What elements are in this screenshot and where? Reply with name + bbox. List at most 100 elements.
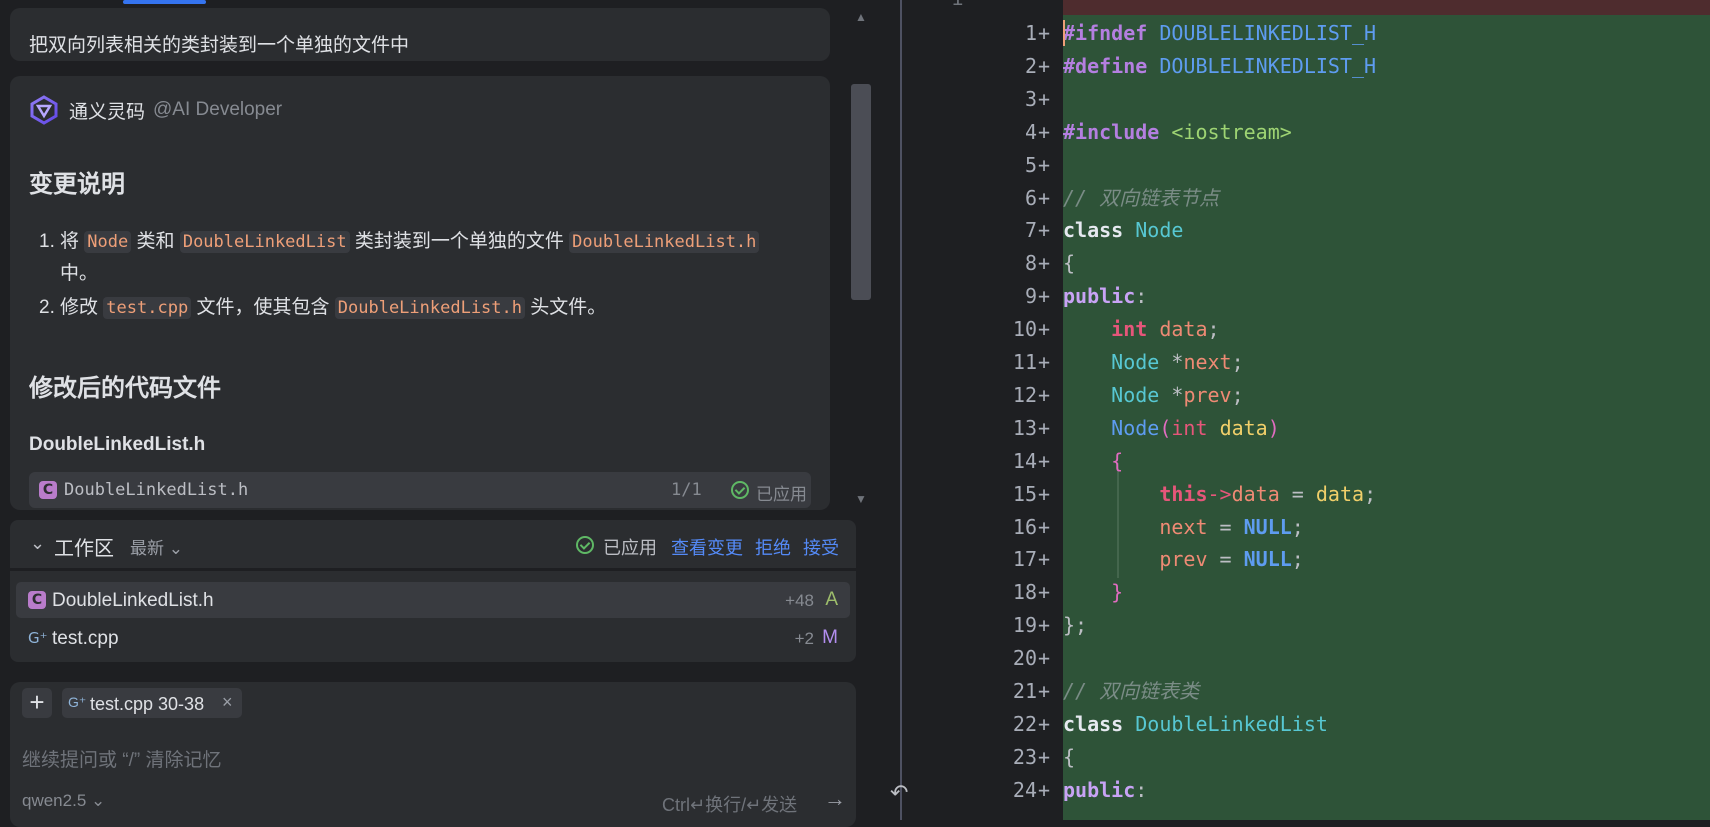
code-line[interactable]: 24 + public: [880, 774, 1710, 807]
c-file-icon: C [28, 591, 46, 609]
user-message: 把双向列表相关的类封装到一个单独的文件中 [10, 8, 830, 61]
close-icon[interactable]: × [222, 692, 233, 713]
text-caret [1063, 20, 1065, 46]
code-line[interactable]: 11 + Node *next; [880, 346, 1710, 379]
add-context-button[interactable]: + [22, 688, 52, 718]
divider [10, 568, 856, 571]
added-marker: + [1038, 119, 1051, 144]
code-line[interactable]: 4 + #include <iostream> [880, 116, 1710, 149]
code-line[interactable]: 21 + // 双向链表类 [880, 675, 1710, 708]
scrollbar-thumb[interactable] [851, 84, 871, 300]
code-line[interactable]: 15 + this->data = data; [880, 478, 1710, 511]
code-line[interactable]: 17 + prev = NULL; [880, 543, 1710, 576]
diff-editor[interactable]: 1 1+ #ifndef DOUBLELINKEDLIST_H2+#define … [880, 0, 1710, 820]
workspace-header: ⌄ 工作区 最新 ⌄ 已应用 查看变更 拒绝 接受 [10, 520, 856, 568]
reject-link[interactable]: 拒绝 [755, 534, 791, 560]
code-text: } [1111, 580, 1124, 605]
undo-icon[interactable]: ↶ [890, 780, 908, 806]
agent-handle: @AI Developer [153, 99, 283, 120]
code-text: { [1111, 448, 1124, 473]
added-marker: + [1038, 415, 1051, 440]
scroll-down-arrow-icon[interactable]: ▼ [855, 492, 867, 506]
line-number: 19 [1012, 613, 1037, 638]
code-line[interactable]: 3 + [880, 83, 1710, 116]
inline-code: DoubleLinkedList [179, 231, 350, 253]
code-text: prev = NULL; [1159, 547, 1304, 572]
file-status: A [825, 589, 838, 610]
workspace-panel: ⌄ 工作区 最新 ⌄ 已应用 查看变更 拒绝 接受 C DoubleLinked… [10, 520, 856, 662]
model-selector[interactable]: qwen2.5 ⌄ [22, 791, 105, 811]
file-name: test.cpp [52, 628, 119, 649]
line-number: 23 [1012, 744, 1037, 769]
cpp-file-icon: G⁺ [68, 694, 87, 710]
code-line[interactable]: 20 + [880, 642, 1710, 675]
code-text: { [1063, 744, 1076, 769]
code-line[interactable]: 22 + class DoubleLinkedList [880, 708, 1710, 741]
code-line[interactable]: 9 + public: [880, 280, 1710, 313]
added-marker: + [1038, 711, 1051, 736]
line-number: 1 [1024, 21, 1037, 45]
collapse-chevron-icon[interactable]: ⌄ [30, 533, 45, 554]
code-line[interactable]: 23 + { [880, 741, 1710, 774]
added-marker: + [1038, 218, 1051, 243]
code-line[interactable]: 14 + { [880, 445, 1710, 478]
code-line[interactable]: 6 + // 双向链表节点 [880, 182, 1710, 215]
code-text: #include <iostream> [1063, 119, 1292, 144]
chat-scrollbar[interactable]: ▲ ▼ [850, 10, 872, 510]
added-marker: + [1038, 382, 1051, 407]
line-number: 12 [1012, 382, 1037, 407]
code-line[interactable]: 5 + [880, 149, 1710, 182]
sort-dropdown[interactable]: 最新 ⌄ [130, 534, 183, 559]
line-number: 18 [1012, 580, 1037, 605]
cpp-file-icon: G⁺ [28, 629, 48, 647]
chip-count: 1/1 [671, 480, 702, 500]
workspace-title[interactable]: 工作区 [54, 532, 114, 561]
code-text: #ifndef DOUBLELINKEDLIST_H [1063, 21, 1377, 45]
line-number: 20 [1012, 646, 1037, 671]
code-line[interactable]: 1 + #ifndef DOUBLELINKEDLIST_H [880, 17, 1710, 50]
code-line[interactable]: 12 + Node *prev; [880, 379, 1710, 412]
code-line[interactable]: 2 + #define DOUBLELINKEDLIST_H [880, 50, 1710, 83]
code-line[interactable]: 18 + } [880, 576, 1710, 609]
line-number: 11 [1012, 350, 1037, 374]
file-name: DoubleLinkedList.h [52, 590, 214, 611]
context-chip[interactable]: G⁺ test.cpp 30-38 × [62, 688, 242, 718]
line-number: 10 [1012, 317, 1037, 342]
code-line[interactable]: 16 + next = NULL; [880, 511, 1710, 544]
workspace-file-row[interactable]: C DoubleLinkedList.h +48 A [16, 582, 850, 618]
added-marker: + [1038, 547, 1051, 572]
line-number: 14 [1012, 448, 1037, 473]
send-hint: Ctrl↵换行/↵发送 [662, 795, 798, 815]
chat-input[interactable]: 继续提问或 “/” 清除记忆 [22, 745, 222, 772]
send-arrow-icon[interactable]: → [824, 786, 846, 812]
added-marker: + [1038, 679, 1051, 703]
view-changes-link[interactable]: 查看变更 [671, 534, 743, 560]
added-marker: + [1038, 53, 1051, 78]
added-marker: + [1038, 185, 1051, 210]
added-marker: + [1038, 251, 1051, 276]
list-item: 2. 修改 test.cpp 文件，使其包含 DoubleLinkedList.… [39, 297, 607, 319]
code-line[interactable]: 7 + class Node [880, 214, 1710, 247]
added-marker: + [1038, 152, 1051, 177]
accept-link[interactable]: 接受 [803, 534, 839, 560]
code-text: class Node [1063, 218, 1184, 243]
inline-code: DoubleLinkedList.h [334, 297, 525, 319]
check-circle-icon [731, 481, 749, 499]
added-marker: + [1038, 481, 1051, 506]
code-line[interactable]: 19 +}; [880, 609, 1710, 642]
code-line[interactable]: 10 + int data; [880, 313, 1710, 346]
assistant-reply: 通义灵码 @AI Developer 变更说明 1. 将 Node 类和 Dou… [10, 76, 830, 510]
code-line[interactable]: 8 + { [880, 247, 1710, 280]
workspace-file-row[interactable]: G⁺ test.cpp +2 M [16, 620, 850, 656]
code-text: // 双向链表节点 [1063, 185, 1220, 210]
scroll-up-arrow-icon[interactable]: ▲ [855, 10, 867, 24]
line-number: 8 [1024, 251, 1037, 276]
code-line[interactable]: 13 + Node(int data) [880, 412, 1710, 445]
added-lines: +48 [785, 591, 814, 610]
file-heading: DoubleLinkedList.h [29, 434, 206, 455]
code-text: Node *prev; [1111, 382, 1244, 407]
added-lines: +2 [794, 629, 814, 648]
added-marker: + [1038, 744, 1051, 769]
added-marker: + [1038, 21, 1051, 45]
code-file-chip[interactable]: C DoubleLinkedList.h 1/1 已应用 [29, 472, 811, 508]
